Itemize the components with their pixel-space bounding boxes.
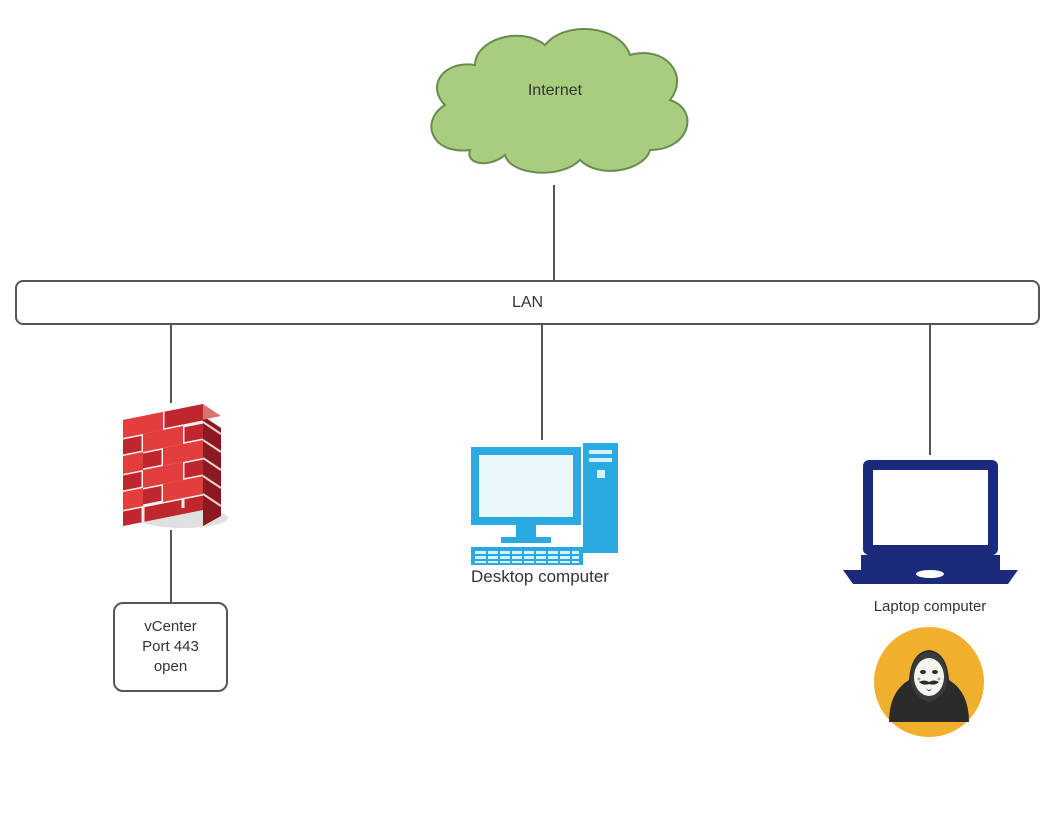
desktop-label: Desktop computer [440, 567, 640, 587]
connector-internet-lan [553, 185, 555, 280]
connector-lan-laptop [929, 325, 931, 455]
hacker-icon [869, 622, 989, 742]
firewall-icon [103, 398, 243, 538]
laptop-icon [833, 452, 1028, 592]
lan-bar: LAN [15, 280, 1040, 325]
laptop-label: Laptop computer [850, 598, 1010, 615]
connector-lan-desktop [541, 325, 543, 440]
internet-label: Internet [495, 82, 615, 100]
cloud-icon [390, 10, 720, 190]
vcenter-text: vCenter Port 443 open [142, 617, 199, 678]
connector-firewall-vcenter [170, 530, 172, 602]
vcenter-box: vCenter Port 443 open [113, 602, 228, 692]
connector-lan-firewall [170, 325, 172, 403]
desktop-icon [453, 435, 633, 570]
lan-label: LAN [512, 294, 543, 312]
